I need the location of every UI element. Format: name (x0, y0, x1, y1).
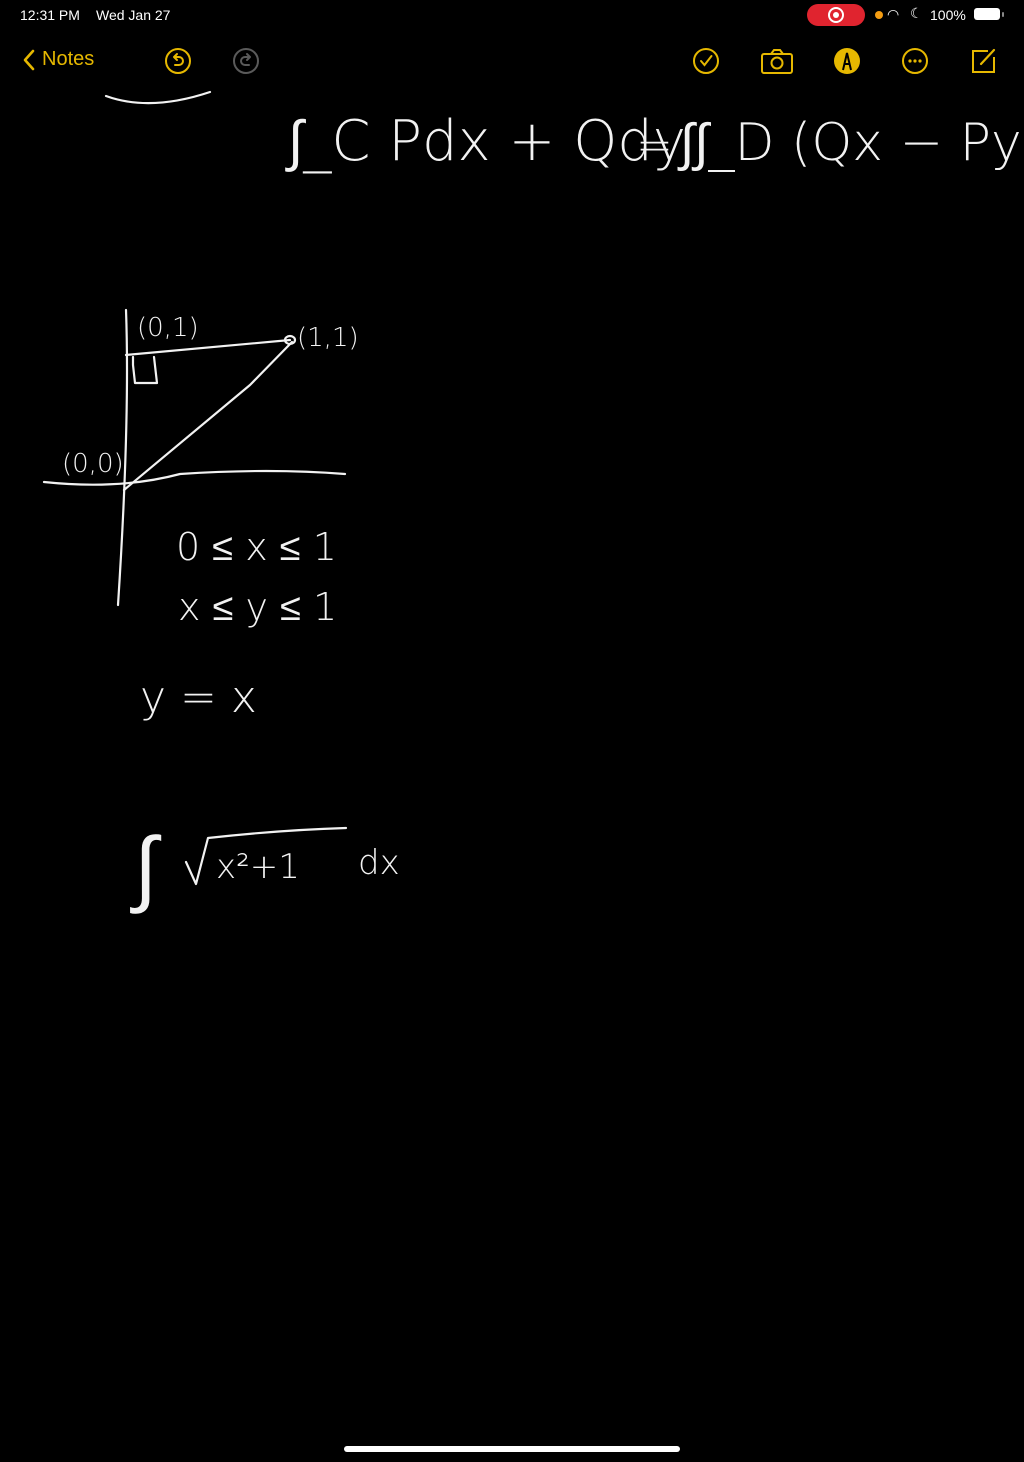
right-angle-mark (131, 355, 159, 385)
integral-radicand: x²+1 (216, 847, 300, 887)
handwriting-canvas[interactable]: ∫_C Pdx + Qdy = ∫∫_D (Qx − Py) dA (0,1) … (0, 0, 1024, 1462)
stray-stroke (104, 90, 212, 105)
integral-sign: ∫ (130, 818, 162, 916)
label-0-1: (0,1) (137, 313, 199, 343)
diagonal-edge (122, 340, 294, 492)
label-1-1: (1,1) (297, 323, 359, 353)
greens-equals: = (636, 120, 673, 171)
greens-rhs: ∫∫_D (Qx − Py) dA (677, 113, 1024, 173)
greens-lhs: ∫_C Pdx + Qdy (285, 109, 686, 174)
bound-y: x ≤ y ≤ 1 (178, 585, 337, 629)
label-0-0: (0,0) (62, 449, 124, 479)
bound-x: 0 ≤ x ≤ 1 (176, 525, 337, 569)
integral-differential: dx (358, 843, 400, 883)
home-indicator[interactable] (344, 1446, 680, 1452)
line-equation: y = x (140, 672, 257, 723)
